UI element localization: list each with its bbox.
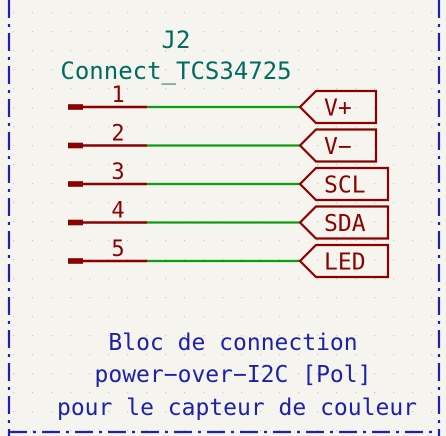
- note-block: Bloc de connection power−over−I2C [Pol] …: [57, 330, 417, 421]
- pin-row-2: 2 V−: [68, 122, 378, 163]
- pin-number: 5: [111, 237, 124, 262]
- note-line-3: pour le capteur de couleur: [57, 395, 417, 421]
- note-line-1: Bloc de connection: [108, 330, 357, 356]
- pin-end[interactable]: [68, 104, 83, 110]
- pin-row-3: 3 SCL: [68, 160, 390, 202]
- net-label-text: V+: [324, 96, 352, 122]
- pin-number: 3: [111, 160, 124, 185]
- note-line-2: power−over−I2C [Pol]: [95, 362, 372, 388]
- net-label-text: V−: [324, 134, 352, 160]
- pin-end[interactable]: [68, 142, 83, 149]
- pin-end[interactable]: [68, 219, 83, 226]
- pin-number: 1: [111, 83, 124, 108]
- component-value[interactable]: Connect_TCS34725: [60, 57, 291, 85]
- connector-pins: 1 V+ 2 V− 3 SCL 4 SDA 5 LED: [68, 83, 390, 279]
- pin-end[interactable]: [68, 258, 83, 264]
- net-label-text: LED: [324, 250, 366, 276]
- pin-row-4: 4 SDA: [68, 199, 390, 240]
- pin-number: 4: [111, 199, 124, 224]
- net-label-text: SCL: [324, 173, 366, 199]
- schematic-canvas: J2 Connect_TCS34725 1 V+ 2 V− 3 SCL 4 SDA 5 LED B…: [0, 0, 446, 436]
- net-label-text: SDA: [324, 211, 366, 237]
- schematic-sheet: J2 Connect_TCS34725 1 V+ 2 V− 3 SCL 4 SDA 5 LED B…: [7, 0, 441, 436]
- pin-number: 2: [111, 122, 124, 147]
- pin-end[interactable]: [68, 181, 83, 187]
- pin-row-5: 5 LED: [68, 237, 390, 279]
- component-reference[interactable]: J2: [162, 26, 191, 54]
